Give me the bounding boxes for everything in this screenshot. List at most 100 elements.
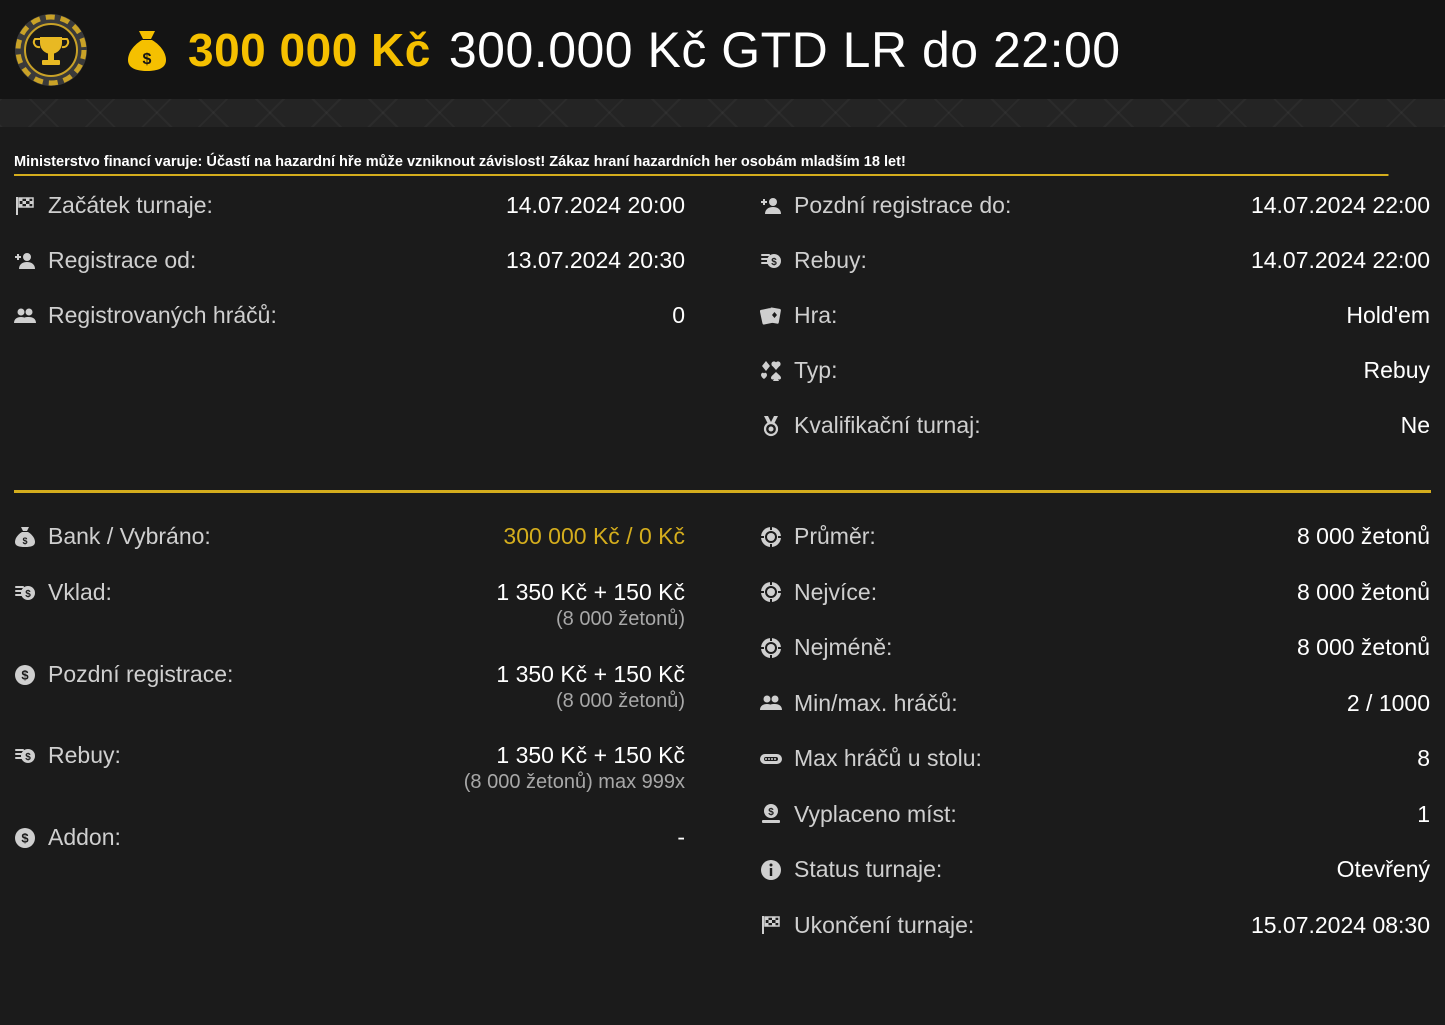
info-label: Začátek turnaje: (48, 192, 213, 218)
gambling-warning: Ministerstvo financí varuje: Účastí na h… (14, 153, 1389, 176)
finance-value: 1 350 Kč + 150 Kč (496, 742, 685, 768)
info-label: Registrace od: (48, 247, 197, 273)
finance-label: Max hráčů u stolu: (794, 745, 982, 771)
finance-label: Průměr: (794, 523, 876, 549)
info-label: Typ: (794, 357, 838, 383)
finance-row-least: Nejméně: 8 000 žetonů (760, 634, 1430, 690)
finance-row-most: Nejvíce: 8 000 žetonů (760, 579, 1430, 635)
finance-row-average: Průměr: 8 000 žetonů (760, 523, 1430, 579)
info-value: Ne (1400, 412, 1430, 438)
finance-value: 8 000 žetonů (1296, 578, 1430, 605)
finance-value: 1 350 Kč + 150 Kč (496, 661, 685, 687)
info-right-column: Pozdní registrace do: 14.07.2024 22:00 $… (760, 192, 1430, 467)
medal-icon (760, 415, 782, 437)
info-label: Rebuy: (794, 247, 867, 273)
flag-icon (14, 195, 36, 217)
money-bag-icon: $ (14, 526, 36, 548)
info-value: Hold'em (1346, 302, 1430, 328)
finance-label: Nejméně: (794, 634, 893, 660)
users-icon (14, 305, 36, 327)
info-row-qualifier: Kvalifikační turnaj: Ne (760, 412, 1430, 467)
svg-text:$: $ (25, 752, 31, 763)
svg-text:$: $ (143, 51, 152, 68)
finance-label: Vyplaceno míst: (794, 800, 957, 827)
finance-row-paid-places: $ Vyplaceno míst: 1 (760, 801, 1430, 857)
svg-text:$: $ (768, 807, 774, 818)
info-section: Začátek turnaje: 14.07.2024 20:00 Regist… (0, 176, 1445, 467)
finance-value: 1 350 Kč + 150 Kč (496, 579, 685, 605)
coins-icon: $ (14, 745, 36, 767)
finance-subvalue: (8 000 žetonů) (556, 690, 685, 712)
finance-row-max-per-table: Max hráčů u stolu: 8 (760, 745, 1430, 801)
finance-label: Addon: (48, 824, 121, 850)
info-icon (760, 859, 782, 881)
info-row-type: Typ: Rebuy (760, 357, 1430, 412)
info-label: Kvalifikační turnaj: (794, 412, 981, 438)
info-row-rebuy: $ Rebuy: 14.07.2024 22:00 (760, 247, 1430, 302)
user-plus-icon (14, 250, 36, 272)
info-value: 14.07.2024 20:00 (505, 192, 685, 218)
finance-label: Bank / Vybráno: (48, 523, 211, 549)
finance-row-rebuy: $ Rebuy: 1 350 Kč + 150 Kč (8 000 žetonů) … (14, 742, 685, 824)
trophy-chip-icon (15, 13, 87, 86)
chip-icon (760, 636, 782, 659)
finance-subvalue: (8 000 žetonů) (556, 608, 685, 630)
user-plus-icon (760, 195, 782, 217)
info-value: 13.07.2024 20:30 (505, 247, 685, 273)
info-row-registration-from: Registrace od: 13.07.2024 20:30 (14, 247, 685, 302)
finance-value: 15.07.2024 08:30 (1250, 911, 1430, 938)
finance-section: $ Bank / Vybráno: 300 000 Kč / 0 Kč $ Vkla… (0, 493, 1445, 967)
finance-label: Nejvíce: (794, 578, 878, 605)
info-value: 0 (672, 302, 685, 328)
info-left-column: Začátek turnaje: 14.07.2024 20:00 Regist… (14, 192, 685, 467)
coins-icon: $ (760, 250, 782, 272)
finance-value: 1 (1417, 800, 1430, 827)
info-label: Hra: (794, 302, 838, 328)
finance-row-min-max-players: Min/max. hráčů: 2 / 1000 (760, 690, 1430, 746)
svg-text:$: $ (25, 589, 31, 600)
chip-icon (760, 525, 782, 548)
finance-label: Ukončení turnaje: (794, 911, 975, 938)
flag-icon (760, 914, 782, 936)
svg-text:$: $ (771, 257, 777, 268)
page-header: $ 300 000 Kč 300.000 Kč GTD LR do 22:00 (0, 0, 1445, 99)
finance-label: Pozdní registrace: (48, 661, 234, 687)
svg-text:$: $ (22, 536, 27, 546)
finance-value: 2 / 1000 (1346, 689, 1430, 716)
finance-right-column: Průměr: 8 000 žetonů Nejvíce: 8 000 žeto… (760, 523, 1430, 967)
info-value: 14.07.2024 22:00 (1250, 247, 1430, 273)
cards-icon (760, 305, 782, 327)
dollar-coin-icon: $ (14, 827, 36, 849)
svg-text:$: $ (21, 667, 29, 682)
tournament-title: 300.000 Kč GTD LR do 22:00 (448, 21, 1121, 78)
finance-row-deposit: $ Vklad: 1 350 Kč + 150 Kč (8 000 žetonů) (14, 579, 685, 661)
finance-value: 300 000 Kč / 0 Kč (503, 523, 685, 549)
finance-label: Vklad: (48, 579, 112, 605)
suits-icon (760, 360, 782, 382)
coins-icon: $ (14, 582, 36, 604)
money-bag-icon: $ (128, 30, 166, 71)
finance-value: 8 000 žetonů (1296, 634, 1430, 660)
info-row-late-registration: Pozdní registrace do: 14.07.2024 22:00 (760, 192, 1430, 247)
finance-value: - (677, 824, 685, 850)
chip-icon (760, 581, 782, 603)
prize-amount: 300 000 Kč (188, 23, 431, 76)
info-row-game: Hra: Hold'em (760, 302, 1430, 357)
payout-icon: $ (760, 803, 782, 825)
finance-row-status: Status turnaje: Otevřený (760, 856, 1430, 912)
users-icon (760, 692, 782, 714)
info-label: Pozdní registrace do: (794, 192, 1012, 218)
info-value: 14.07.2024 22:00 (1250, 192, 1430, 218)
finance-label: Rebuy: (48, 742, 121, 768)
header-pattern (0, 99, 1445, 127)
table-icon (760, 748, 782, 770)
info-row-start: Začátek turnaje: 14.07.2024 20:00 (14, 192, 685, 247)
info-value: Rebuy (1363, 357, 1430, 383)
info-row-registered-players: Registrovaných hráčů: 0 (14, 302, 685, 357)
finance-label: Status turnaje: (794, 856, 943, 882)
info-label: Registrovaných hráčů: (48, 302, 277, 328)
svg-text:$: $ (21, 830, 29, 845)
finance-row-bank: $ Bank / Vybráno: 300 000 Kč / 0 Kč (14, 523, 685, 579)
finance-value: Otevřený (1336, 856, 1430, 882)
finance-row-addon: $ Addon: - (14, 824, 685, 880)
